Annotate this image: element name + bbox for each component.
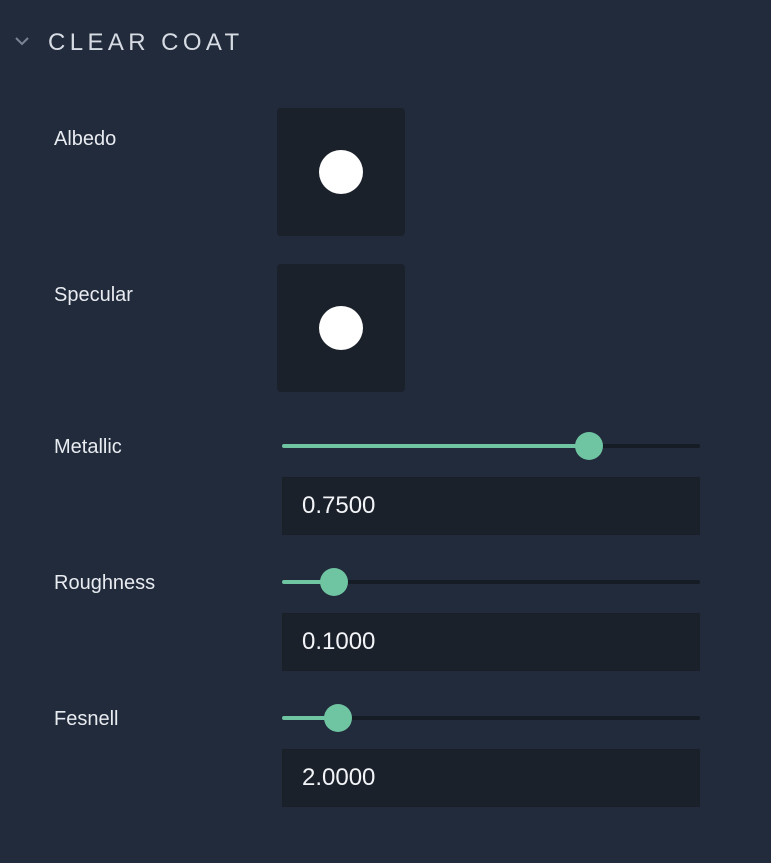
metallic-label: Metallic <box>54 436 122 458</box>
albedo-color-dot <box>319 150 363 194</box>
clear-coat-panel: CLEAR COAT Albedo Specular Metallic Roug… <box>0 0 771 863</box>
metallic-slider[interactable] <box>282 431 700 461</box>
roughness-slider-thumb[interactable] <box>320 568 349 596</box>
section-title: CLEAR COAT <box>48 29 244 56</box>
chevron-down-icon[interactable] <box>14 35 30 47</box>
metallic-slider-thumb[interactable] <box>575 432 604 460</box>
fresnel-slider-thumb[interactable] <box>324 704 353 732</box>
specular-color-dot <box>319 306 363 350</box>
roughness-value-input[interactable] <box>282 613 700 671</box>
roughness-slider[interactable] <box>282 567 700 597</box>
fresnel-label: Fesnell <box>54 708 119 730</box>
specular-label: Specular <box>54 284 133 306</box>
fresnel-slider[interactable] <box>282 703 700 733</box>
fresnel-value-input[interactable] <box>282 749 700 807</box>
metallic-slider-fill <box>282 444 590 448</box>
specular-color-swatch[interactable] <box>277 264 405 392</box>
metallic-value-input[interactable] <box>282 477 700 535</box>
albedo-color-swatch[interactable] <box>277 108 405 236</box>
albedo-label: Albedo <box>54 128 117 150</box>
section-header-clear-coat[interactable]: CLEAR COAT <box>0 0 771 86</box>
roughness-label: Roughness <box>54 572 156 594</box>
